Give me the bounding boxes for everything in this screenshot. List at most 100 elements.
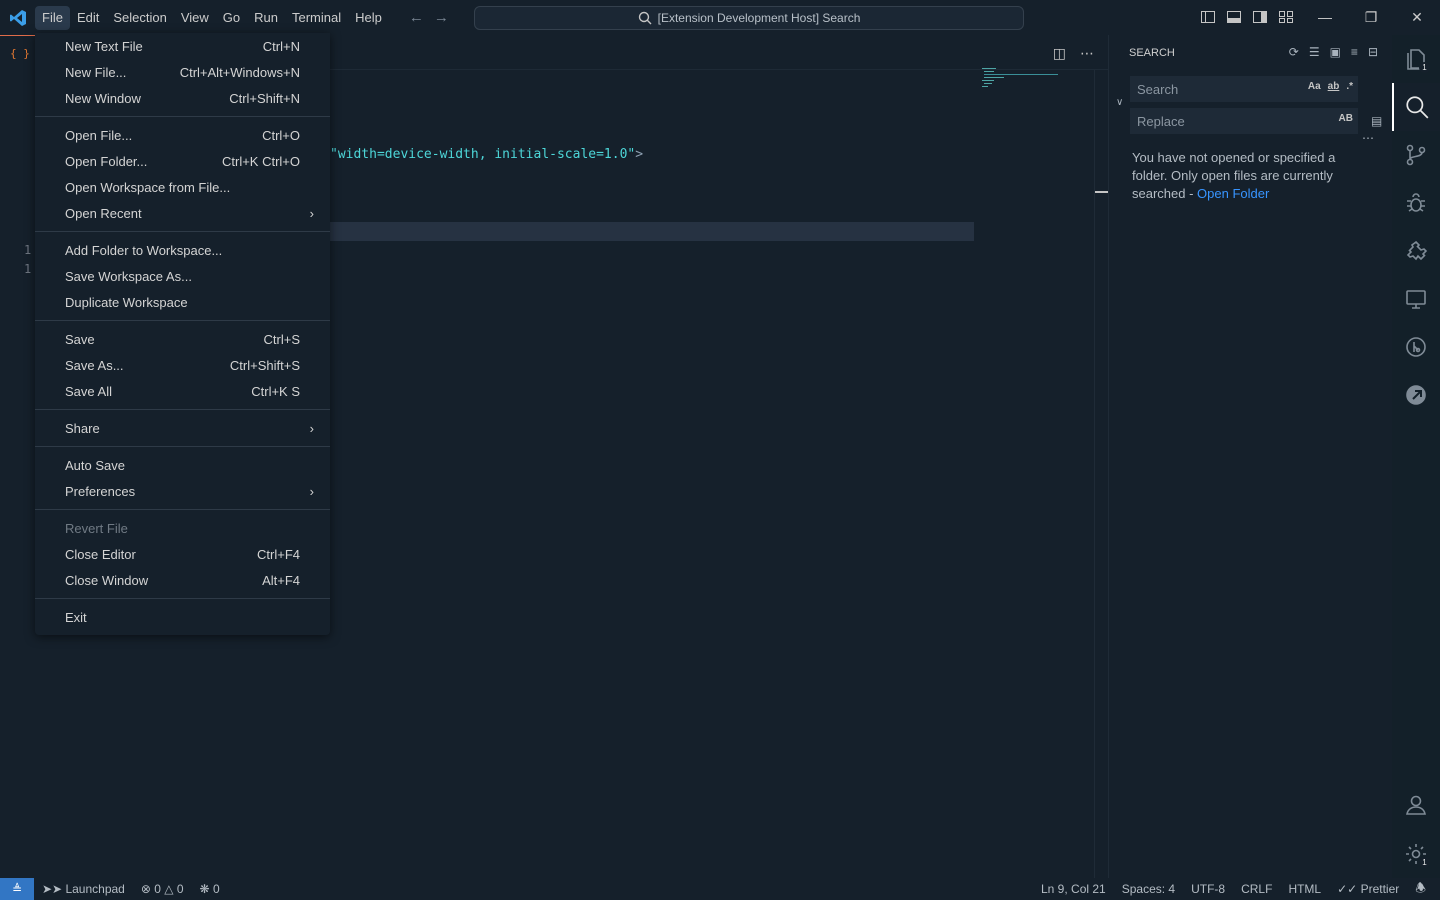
menu-view[interactable]: View [174,0,216,35]
open-folder-link[interactable]: Open Folder [1197,186,1269,201]
minimap[interactable] [982,68,1062,92]
refresh-icon[interactable]: ⟳ [1289,45,1299,59]
menu-terminal[interactable]: Terminal [285,0,348,35]
preserve-case-icon[interactable]: AB [1339,113,1353,124]
menu-item-duplicate-workspace[interactable]: Duplicate Workspace [35,289,330,315]
menu-item-share[interactable]: Share › [35,415,330,441]
encoding[interactable]: UTF-8 [1191,882,1225,896]
restore-icon[interactable]: ❐ [1348,0,1394,35]
menu-separator [35,446,330,447]
explorer-icon[interactable]: 1 [1392,35,1440,83]
launchpad-label: Launchpad [65,882,125,896]
menu-item-shortcut: Ctrl+O [262,127,300,143]
prettier-status[interactable]: ✓✓ Prettier [1337,882,1399,896]
language-mode[interactable]: HTML [1288,882,1321,896]
title-bar: File Edit Selection View Go Run Terminal… [0,0,1440,35]
search-view-icon[interactable] [1392,83,1440,131]
menu-item-label: Add Folder to Workspace... [65,242,223,258]
replace-input[interactable]: Replace AB [1130,108,1358,134]
ports-status[interactable]: ❋ 0 [200,882,220,896]
cursor-position[interactable]: Ln 9, Col 21 [1041,882,1106,896]
menu-item-auto-save[interactable]: Auto Save [35,452,330,478]
match-whole-word-icon[interactable]: ab [1328,81,1340,92]
live-share-icon[interactable] [1392,371,1440,419]
menu-selection[interactable]: Selection [106,0,173,35]
submenu-chevron-icon: › [309,420,314,436]
split-editor-icon[interactable]: ◫ [1053,45,1066,62]
menu-item-preferences[interactable]: Preferences › [35,478,330,504]
remote-explorer-icon[interactable] [1392,275,1440,323]
collapse-all-icon[interactable]: ≡ [1351,45,1358,59]
menu-item-close-window[interactable]: Close Window Alt+F4 [35,567,330,593]
menu-go[interactable]: Go [216,0,247,35]
new-search-editor-icon[interactable]: ▣ [1330,45,1341,59]
menu-item-exit[interactable]: Exit [35,604,330,630]
menu-item-label: Revert File [65,520,128,536]
forward-arrow-icon[interactable]: → [434,9,449,26]
menu-separator [35,598,330,599]
menu-item-add-folder-to-workspace[interactable]: Add Folder to Workspace... [35,237,330,263]
command-center[interactable]: [Extension Development Host] Search [474,6,1024,30]
code-line[interactable]: "width=device-width, initial-scale=1.0"> [330,147,643,162]
menu-item-open-folder[interactable]: Open Folder... Ctrl+K Ctrl+O [35,148,330,174]
menu-item-save-workspace-as[interactable]: Save Workspace As... [35,263,330,289]
source-control-icon[interactable] [1392,131,1440,179]
gitlens-icon[interactable] [1392,323,1440,371]
back-arrow-icon[interactable]: ← [409,9,424,26]
menu-file[interactable]: File [35,5,70,30]
status-bar: ≜ ➤➤ Launchpad ⊗ 0 △ 0 ❋ 0 Ln 9, Col 21 … [0,878,1440,900]
close-icon[interactable]: ✕ [1394,0,1440,35]
menu-item-new-file[interactable]: New File... Ctrl+Alt+Windows+N [35,59,330,85]
code-string: "width=device-width, initial-scale=1.0" [330,147,636,162]
menu-item-shortcut: Ctrl+Shift+N [229,90,300,106]
notifications-bell-icon[interactable]: 🕭 [1415,879,1426,900]
menu-item-open-file[interactable]: Open File... Ctrl+O [35,122,330,148]
customize-layout-icon[interactable] [1278,9,1294,25]
launchpad-status[interactable]: ➤➤ Launchpad [42,882,125,896]
problems-status[interactable]: ⊗ 0 △ 0 [141,882,184,896]
line-number: 1 [24,243,32,257]
menu-item-save[interactable]: Save Ctrl+S [35,326,330,352]
no-folder-message: You have not opened or specified a folde… [1132,149,1352,203]
menu-item-new-window[interactable]: New Window Ctrl+Shift+N [35,85,330,111]
toggle-secondary-sidebar-icon[interactable] [1252,9,1268,25]
menu-item-save-all[interactable]: Save All Ctrl+K S [35,378,330,404]
clear-results-icon[interactable]: ☰ [1309,45,1320,59]
warning-icon: △ [164,882,174,896]
menu-separator [35,409,330,410]
extensions-icon[interactable] [1392,227,1440,275]
menu-item-open-recent[interactable]: Open Recent › [35,200,330,226]
menu-item-save-as[interactable]: Save As... Ctrl+Shift+S [35,352,330,378]
menu-help[interactable]: Help [348,0,389,35]
code-tag-close: > [635,147,644,162]
activity-bar: 1 1 [1392,35,1440,878]
accounts-icon[interactable] [1392,781,1440,829]
match-case-icon[interactable]: Aa [1308,81,1321,92]
end-of-line[interactable]: CRLF [1241,882,1272,896]
run-and-debug-icon[interactable] [1392,179,1440,227]
replace-all-icon[interactable]: ▤ [1371,114,1382,128]
ports-count: 0 [212,882,220,896]
toggle-search-details-icon[interactable]: ⋯ [1362,131,1374,145]
toggle-replace-chevron-icon[interactable]: ∨ [1116,97,1123,108]
indentation[interactable]: Spaces: 4 [1122,882,1175,896]
use-regex-icon[interactable]: .* [1346,81,1353,92]
remote-indicator-icon[interactable]: ≜ [0,878,34,900]
menu-run[interactable]: Run [247,0,285,35]
menu-item-label: Duplicate Workspace [65,294,188,310]
search-input[interactable]: Search Aa ab .* [1130,76,1358,102]
minimize-icon[interactable]: — [1302,0,1348,35]
manage-gear-icon[interactable]: 1 [1392,830,1440,878]
menu-item-label: New Text File [65,38,143,54]
menu-item-open-workspace-from-file[interactable]: Open Workspace from File... [35,174,330,200]
menu-edit[interactable]: Edit [70,0,106,35]
menu-item-close-editor[interactable]: Close Editor Ctrl+F4 [35,541,330,567]
menu-item-shortcut: Ctrl+K S [251,383,300,399]
view-as-tree-icon[interactable]: ⊟ [1368,45,1378,59]
toggle-primary-sidebar-icon[interactable] [1200,9,1216,25]
toggle-panel-icon[interactable] [1226,9,1242,25]
menu-item-new-text-file[interactable]: New Text File Ctrl+N [35,33,330,59]
more-actions-icon[interactable]: ⋯ [1080,45,1094,62]
menu-item-label: Open Workspace from File... [65,179,231,195]
sidebar-title: SEARCH [1129,46,1175,59]
